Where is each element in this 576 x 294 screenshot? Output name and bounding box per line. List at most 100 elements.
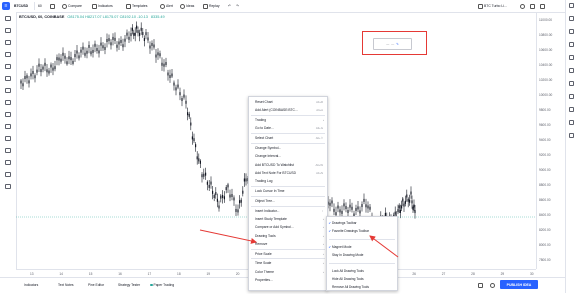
context-menu-item[interactable]: Properties... [255, 278, 273, 282]
candle-body [24, 76, 26, 80]
submenu-item[interactable]: Remove All Drawing Tools [332, 285, 369, 289]
eye-icon[interactable] [5, 172, 11, 177]
tab-pine-editor[interactable]: Pine Editor [88, 283, 104, 287]
ideas-button[interactable]: Ideas [180, 3, 194, 9]
undo-icon[interactable]: ↶ [228, 3, 231, 9]
trash-icon[interactable] [5, 184, 11, 189]
fullscreen-icon[interactable] [530, 3, 535, 9]
chat-icon[interactable] [569, 81, 574, 86]
context-menu-item[interactable]: Remove [255, 242, 267, 246]
price-axis[interactable]: 11000.00 10800.00 10600.00 10400.00 10200.00… [536, 12, 566, 269]
help-icon[interactable] [569, 133, 574, 138]
submenu-item[interactable]: Favorite Drawings Toolbar [332, 229, 369, 233]
redo-icon[interactable]: ↷ [236, 3, 239, 9]
order-panel-icon[interactable] [569, 107, 574, 112]
alerts-icon[interactable] [569, 16, 574, 21]
context-menu-item[interactable]: Go to Date... [255, 126, 274, 130]
crosshair-icon[interactable] [5, 16, 11, 21]
submenu-item[interactable]: Hide All Drawing Tools [332, 277, 364, 281]
candle-body [32, 70, 34, 74]
candle-body [130, 33, 132, 37]
context-menu-item[interactable]: Change Interval... [255, 154, 281, 158]
context-menu-item[interactable]: Lock Cursor In Time [255, 189, 285, 193]
watchlist-icon[interactable] [569, 3, 574, 8]
tab-paper-trading[interactable]: Paper Trading [150, 283, 174, 287]
context-menu-item[interactable]: Price Scale [255, 252, 272, 256]
hide-icon[interactable] [5, 160, 11, 165]
chart-type-icon[interactable] [50, 3, 55, 9]
submenu-item[interactable]: Drawings Toolbar [332, 221, 357, 225]
zoom-in-icon[interactable] [5, 124, 11, 129]
trend-line-icon[interactable] [5, 28, 11, 33]
menu-shortcut: Alt+R [316, 100, 323, 104]
candle-body [409, 199, 411, 203]
data-window-icon[interactable] [569, 29, 574, 34]
context-menu-item[interactable]: Reset Chart [255, 100, 273, 104]
brush-icon[interactable] [5, 64, 11, 69]
templates-button[interactable]: Templates [126, 3, 147, 9]
pencil-icon[interactable]: ✎ [396, 42, 399, 46]
lock-icon[interactable] [5, 148, 11, 153]
line-style-icon[interactable]: — [386, 42, 389, 46]
camera-icon[interactable] [540, 3, 545, 9]
context-menu-item[interactable]: Color Theme [255, 270, 274, 274]
notifications-icon[interactable] [569, 94, 574, 99]
context-menu-item[interactable]: Change Symbol... [255, 146, 281, 150]
submenu-item[interactable]: Lock All Drawing Tools [332, 269, 364, 273]
context-menu-item[interactable]: Add Alert (COINBASE:BTC... [255, 108, 298, 112]
time-tick-label: 29 [500, 271, 505, 276]
ideas-stream-icon[interactable] [569, 68, 574, 73]
context-menu-item[interactable]: Select Chart [255, 136, 273, 140]
candle-body [193, 138, 195, 142]
candle-body [351, 206, 353, 210]
tab-text-notes[interactable]: Text Notes [58, 283, 74, 287]
interval-button[interactable]: 60 [38, 3, 42, 9]
symbol-search-button[interactable]: BTCUSD [14, 3, 28, 9]
submenu-item[interactable]: Magnet Mode [332, 245, 352, 249]
indicators-label: Indicators [98, 4, 113, 8]
floating-drawing-toolbar[interactable]: — --- ✎ [373, 38, 412, 50]
context-menu-item[interactable]: Add BTCUSD To Watchlist [255, 163, 294, 167]
context-menu-item[interactable]: Trading [255, 118, 266, 122]
tab-indicators[interactable]: Indicators [24, 283, 38, 287]
settings-gear-icon[interactable] [490, 283, 495, 289]
tradingview-logo-icon[interactable]: ≡ [2, 2, 10, 10]
dash-style-icon[interactable]: --- [391, 42, 394, 46]
submenu-chevron-icon: › [323, 261, 324, 266]
dom-icon[interactable] [569, 120, 574, 125]
context-menu-item[interactable]: Add Text Note For BTCUSD [255, 171, 296, 175]
indicators-button[interactable]: Indicators [92, 3, 113, 9]
text-icon[interactable] [5, 76, 11, 81]
settings-icon[interactable] [520, 3, 525, 9]
replay-button[interactable]: Replay [203, 3, 220, 9]
tab-strategy-tester[interactable]: Strategy Tester [118, 283, 140, 287]
fib-icon[interactable] [5, 40, 11, 45]
context-menu-item[interactable]: Trading Log [255, 179, 272, 183]
context-menu-item[interactable]: Drawing Tools [255, 234, 276, 238]
lightbulb-icon [180, 3, 185, 9]
menu-divider [251, 195, 325, 197]
projection-icon[interactable] [5, 88, 11, 93]
layout-button[interactable]: BTC Turbo Li... [478, 3, 507, 9]
alert-button[interactable]: Alert [160, 3, 173, 9]
submenu-item[interactable]: Stay In Drawing Mode [332, 253, 363, 257]
publish-idea-button[interactable]: PUBLISH IDEA [500, 280, 538, 289]
context-menu-item[interactable]: Time Scale [255, 261, 271, 265]
context-menu-item[interactable]: Object Tree... [255, 199, 275, 203]
candle-body [134, 32, 136, 36]
candle-body [149, 45, 151, 49]
calendar-icon[interactable] [569, 55, 574, 60]
price-tick-label: 10000.00 [539, 93, 553, 97]
context-menu-item[interactable]: Insert Study Template [255, 217, 287, 221]
ruler-icon[interactable] [5, 112, 11, 117]
context-menu-item[interactable]: Compare or Add Symbol... [255, 225, 294, 229]
interval-label: 60 [38, 4, 42, 8]
candle-body [68, 56, 70, 60]
hotlist-icon[interactable] [569, 42, 574, 47]
heart-icon[interactable] [5, 100, 11, 105]
pattern-icon[interactable] [5, 52, 11, 57]
compare-button[interactable]: Compare [62, 3, 82, 9]
context-menu-item[interactable]: Insert Indicator... [255, 209, 279, 213]
camera-snapshot-icon[interactable] [478, 283, 483, 289]
magnet-icon[interactable] [5, 136, 11, 141]
